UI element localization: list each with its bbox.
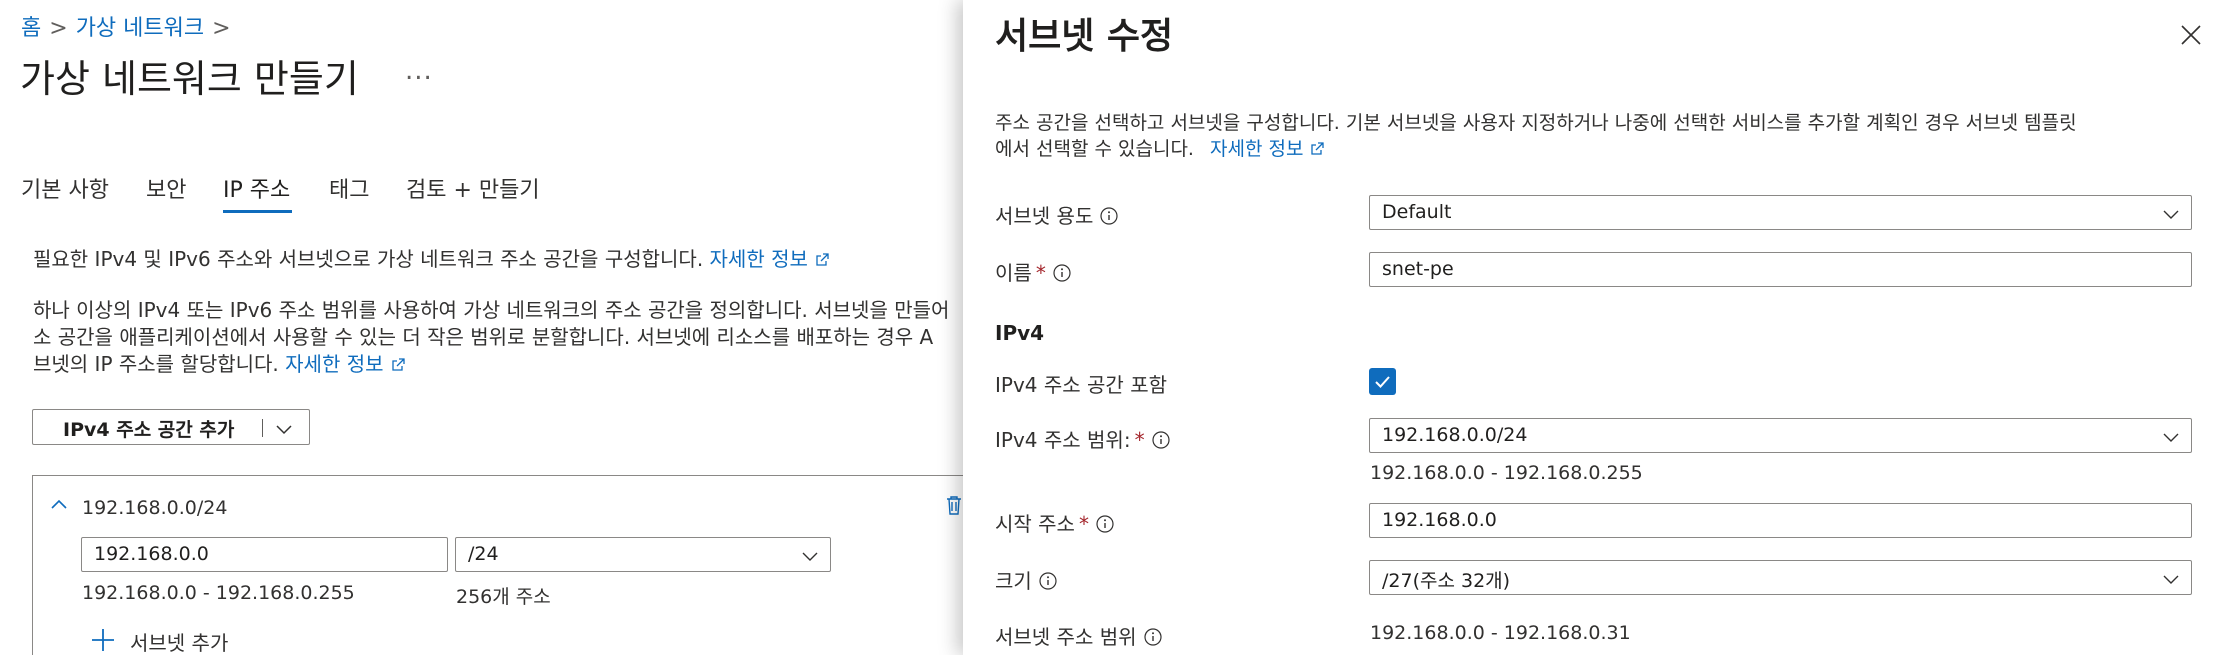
tab-basics[interactable]: 기본 사항 [21,172,109,204]
start-address-input[interactable]: 192.168.0.0 [81,537,448,572]
split-divider [262,419,263,437]
description-text: 브넷의 IP 주소를 할당합니다. [33,352,279,376]
tab-ip-addresses[interactable]: IP 주소 [223,172,290,204]
more-options-button[interactable]: ... [405,56,433,86]
info-icon[interactable] [1052,263,1072,283]
subnet-purpose-label: 서브넷 용도 [995,200,1119,229]
required-mark: * [1078,512,1089,536]
ipv4-range-value: 192.168.0.0/24 [1382,424,1528,446]
chevron-right-icon: > [212,16,231,41]
info-icon[interactable] [1099,206,1119,226]
include-ipv4-label: IPv4 주소 공간 포함 [995,373,1167,397]
tab-review-create[interactable]: 검토 + 만들기 [406,172,540,204]
plus-icon [92,629,114,651]
panel-description-text: 에서 선택할 수 있습니다. [995,138,1194,160]
panel-start-address-value: 192.168.0.0 [1382,509,1497,531]
panel-description-line: 주소 공간을 선택하고 서브넷을 구성합니다. 기본 서브넷을 사용자 지정하거… [995,112,2077,134]
trash-icon[interactable] [944,494,964,516]
subnet-purpose-value: Default [1382,201,1452,223]
subnet-purpose-text: 서브넷 용도 [995,204,1094,228]
ipv4-range-label-text: IPv4 주소 범위: [995,428,1131,452]
breadcrumb-home-link[interactable]: 홈 [21,16,41,41]
info-icon[interactable] [1038,571,1058,591]
chevron-right-icon: > [49,16,68,41]
address-range-text: 192.168.0.0 - 192.168.0.255 [82,582,355,604]
checkmark-icon [1375,376,1390,388]
size-label: 크기 [995,565,1058,594]
ipv4-range-select[interactable]: 192.168.0.0/24 [1369,418,2192,453]
active-tab-indicator [223,210,292,213]
chevron-down-icon [802,552,818,561]
start-address-value: 192.168.0.0 [94,543,209,565]
start-address-label-text: 시작 주소 [995,512,1075,536]
learn-more-link[interactable]: 자세한 정보 [710,247,808,271]
add-subnet-label: 서브넷 추가 [130,631,229,655]
prefix-select[interactable]: /24 [455,537,831,572]
required-mark: * [1035,261,1046,285]
size-select[interactable]: /27(주소 32개) [1369,560,2192,595]
ipv4-section-heading: IPv4 [995,321,1045,345]
tab-security[interactable]: 보안 [146,172,186,204]
chevron-down-icon [2163,210,2179,219]
size-label-text: 크기 [995,569,1032,593]
chevron-down-icon[interactable] [273,418,295,440]
breadcrumb: 홈 > 가상 네트워크 > [21,10,239,42]
intro-line: 필요한 IPv4 및 IPv6 주소와 서브넷으로 가상 네트워크 주소 공간을… [33,247,704,271]
ipv4-range-label: IPv4 주소 범위: * [995,424,1171,453]
start-address-label: 시작 주소 * [995,508,1115,537]
name-label: 이름 * [995,257,1072,286]
description-line: 브넷의 IP 주소를 할당합니다. 자세한 정보 [33,351,406,378]
learn-more-link[interactable]: 자세한 정보 [285,352,383,376]
info-icon[interactable] [1151,430,1171,450]
description-line: 소 공간을 애플리케이션에서 사용할 수 있는 더 작은 범위로 분할합니다. … [33,325,934,349]
external-link-icon [1311,142,1325,155]
chevron-down-icon [2163,575,2179,584]
subnet-range-value: 192.168.0.0 - 192.168.0.31 [1370,622,1631,644]
info-icon[interactable] [1095,514,1115,534]
add-ipv4-address-space-button[interactable]: IPv4 주소 공간 추가 [32,409,310,445]
page-title: 가상 네트워크 만들기 [20,57,359,101]
subnet-range-label: 서브넷 주소 범위 [995,621,1163,650]
close-icon[interactable] [2178,22,2204,48]
description-line: 하나 이상의 IPv4 또는 IPv6 주소 범위를 사용하여 가상 네트워크의… [33,298,950,322]
subnet-name-input[interactable]: snet-pe [1369,252,2192,287]
subnet-range-label-text: 서브넷 주소 범위 [995,625,1137,649]
required-mark: * [1134,428,1145,452]
chevron-up-icon[interactable] [48,494,70,516]
edit-subnet-panel [963,0,2225,655]
address-space-cidr: 192.168.0.0/24 [82,497,228,519]
chevron-down-icon [2163,433,2179,442]
breadcrumb-vnet-link[interactable]: 가상 네트워크 [76,16,204,41]
tab-tags[interactable]: 태그 [329,172,369,204]
panel-description-line: 에서 선택할 수 있습니다. 자세한 정보 [995,136,1325,162]
external-link-icon [816,253,829,266]
panel-learn-more-link[interactable]: 자세한 정보 [1210,138,1303,160]
size-value: /27(주소 32개) [1382,570,1511,592]
panel-start-address-input[interactable]: 192.168.0.0 [1369,503,2192,538]
address-count-text: 256개 주소 [456,586,551,608]
subnet-purpose-select[interactable]: Default [1369,195,2192,230]
ipv4-range-text: 192.168.0.0 - 192.168.0.255 [1370,462,1643,484]
include-ipv4-checkbox[interactable] [1369,368,1396,395]
panel-scrollbar[interactable] [2215,70,2225,655]
subnet-name-value: snet-pe [1382,258,1454,280]
add-space-label: IPv4 주소 공간 추가 [63,419,235,441]
external-link-icon [391,358,405,371]
intro-text: 필요한 IPv4 및 IPv6 주소와 서브넷으로 가상 네트워크 주소 공간을… [33,243,830,272]
panel-title: 서브넷 수정 [995,16,1174,57]
prefix-value: /24 [468,543,499,565]
info-icon[interactable] [1143,627,1163,647]
name-label-text: 이름 [995,261,1032,285]
